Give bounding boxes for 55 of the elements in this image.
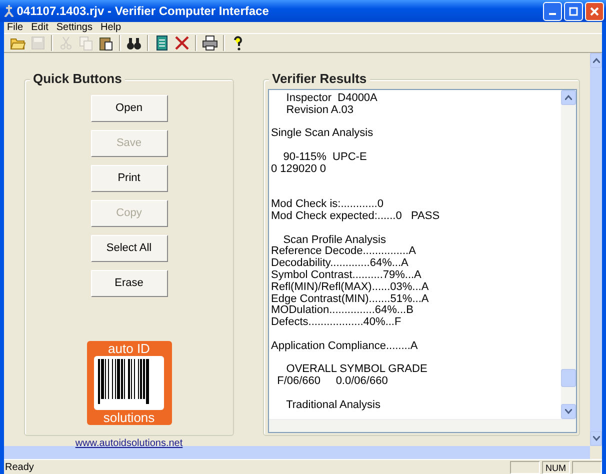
minimize-button[interactable] — [543, 2, 562, 20]
app-icon — [4, 5, 14, 17]
close-button[interactable] — [585, 2, 604, 20]
outer-vertical-scrollbar[interactable] — [590, 53, 602, 446]
status-text: Ready — [5, 460, 35, 474]
result-line: F/06/660 0.0/06/660 — [276, 376, 389, 388]
button[interactable]: Erase — [90, 270, 168, 297]
delete-icon[interactable] — [174, 35, 190, 51]
result-line: Traditional Analysis — [285, 400, 382, 412]
result-line: OVERALL SYMBOL GRADE — [285, 364, 428, 376]
paste-icon[interactable] — [98, 35, 114, 51]
menu-item[interactable]: Edit — [31, 22, 48, 33]
button[interactable]: Select All — [90, 235, 168, 262]
outer-horizontal-scrollbar[interactable] — [4, 446, 590, 459]
result-line: Symbol Contrast..........79%...A — [271, 270, 422, 282]
minimize-icon — [549, 13, 556, 15]
vertical-scrollbar[interactable] — [561, 90, 576, 419]
button[interactable]: Print — [90, 165, 168, 192]
horizontal-scrollbar[interactable] — [269, 419, 576, 432]
binoculars-icon[interactable] — [126, 35, 142, 51]
result-line: MODulation...............64%...B — [271, 305, 414, 317]
maximize-icon — [569, 6, 578, 16]
scroll-thumb[interactable] — [561, 369, 576, 387]
logo-text: solutions — [103, 410, 155, 425]
result-line: Refl(MIN)/Refl(MAX)......03%...A — [271, 282, 430, 294]
result-line: Defects..................40%...F — [271, 317, 402, 329]
button[interactable]: Open — [90, 95, 168, 122]
menu-item[interactable]: File — [7, 22, 24, 33]
status-pane — [572, 460, 602, 474]
result-line: 90-115% UPC-E — [282, 152, 368, 164]
result-line: 0 129020 0 — [271, 164, 328, 176]
document-icon[interactable] — [154, 35, 170, 51]
result-line: Revision A.03 — [285, 104, 355, 117]
result-line: Reference Decode...............A — [271, 246, 417, 258]
status-indicator: NUM — [542, 460, 570, 474]
result-line: Mod Check is:............0 — [271, 199, 384, 211]
result-line: Scan Profile Analysis — [282, 234, 386, 246]
result-line: Inspector D4000A — [285, 93, 378, 105]
close-icon — [590, 6, 599, 16]
result-line: Single Scan Analysis — [271, 128, 374, 140]
printer-icon[interactable] — [202, 35, 218, 51]
logo-text: auto ID — [108, 341, 150, 356]
result-line: Edge Contrast(MIN).......51%...A — [271, 294, 430, 305]
status-pane — [510, 460, 540, 474]
group-title: Quick Buttons — [30, 71, 125, 86]
result-line: Application Compliance........A — [271, 340, 419, 353]
result-line: Decodability.............64%...A — [271, 258, 410, 270]
website-link[interactable]: www.autoidsolutions.net — [75, 436, 183, 451]
barcode-icon — [94, 356, 164, 410]
menu-item[interactable]: Help — [100, 22, 122, 33]
menu-item[interactable]: Settings — [56, 22, 92, 33]
group-title: Verifier Results — [269, 71, 370, 86]
result-line: Mod Check expected:......0 PASS — [271, 210, 441, 223]
maximize-button[interactable] — [564, 2, 583, 20]
window-title: 041107.1403.rjv - Verifier Computer Interface — [16, 3, 270, 20]
